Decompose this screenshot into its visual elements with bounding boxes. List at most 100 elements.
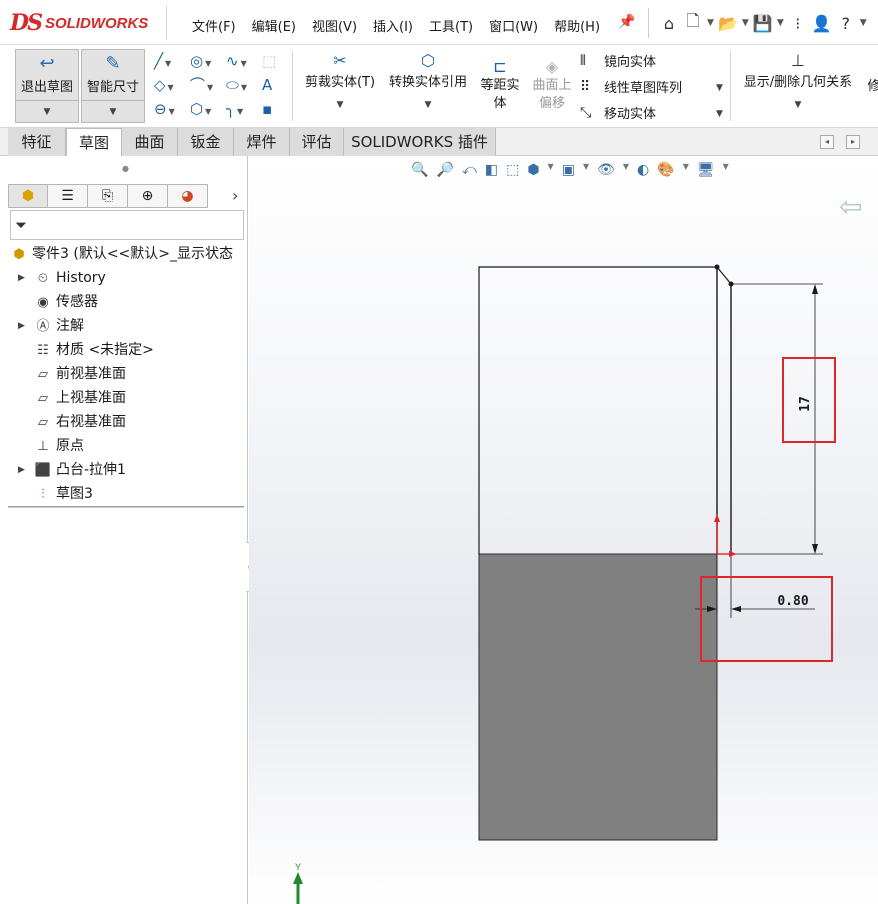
polygon-icon[interactable]: ⬡ ▼ <box>186 97 222 121</box>
tree-root-part[interactable]: ⬢ 零件3 (默认<<默认>_显示状态 <box>10 242 233 266</box>
line-icon[interactable]: ╱ ▼ <box>150 49 186 73</box>
construction-geometry-icon[interactable]: ⬚ <box>258 49 294 73</box>
plane-icon: ▱ <box>38 391 48 406</box>
menu-file[interactable]: 文件(F) <box>184 12 244 39</box>
save-icon[interactable]: 💾 <box>753 14 773 33</box>
home-icon[interactable]: ⌂ <box>659 14 679 33</box>
fillet-icon[interactable]: ╮ ▼ <box>222 97 258 121</box>
circle-icon[interactable]: ◎ ▼ <box>186 49 222 73</box>
sketch-point[interactable] <box>728 281 734 287</box>
menu-tools[interactable]: 工具(T) <box>421 12 481 39</box>
tree-item-boss-extrude[interactable]: ▶ ⬛ 凸台-拉伸1 <box>18 458 126 482</box>
arc-icon[interactable]: ⌒ ▼ <box>186 73 222 97</box>
filter-field[interactable]: ⏷ <box>10 210 244 240</box>
sketch-chamfer-line[interactable] <box>716 266 732 285</box>
configuration-manager-tab-icon[interactable]: ⎘ <box>88 184 128 208</box>
panel-collapse-handle[interactable]: ● <box>122 164 129 173</box>
new-dropdown-icon[interactable]: ▼ <box>707 18 714 28</box>
tree-item-annotations[interactable]: ▶ Ⓐ 注解 <box>18 314 84 338</box>
tree-item-sensors[interactable]: ◉ 传感器 <box>34 290 98 314</box>
move-dropdown-icon[interactable]: ▼ <box>716 109 723 119</box>
feature-manager-tab-icon[interactable]: ⬢ <box>8 184 48 208</box>
trim-icon: ✂ <box>333 51 347 70</box>
sketch-point[interactable] <box>714 264 720 270</box>
dimension-arrow <box>812 544 818 554</box>
tab-evaluate[interactable]: 评估 <box>290 128 344 156</box>
quick-access-toolbar: ⌂ 🗋 ▼ 📂 ▼ 💾 ▼ ⁝ 👤 ? ▼ <box>648 8 867 38</box>
convert-dropdown-icon[interactable]: ▼ <box>384 100 472 110</box>
sensor-icon: ◉ <box>37 295 49 310</box>
tree-item-front-plane[interactable]: ▱ 前视基准面 <box>34 362 126 386</box>
menu-edit[interactable]: 编辑(E) <box>244 12 304 39</box>
spline-icon[interactable]: ∿ ▼ <box>222 49 258 73</box>
repair-sketch-button[interactable]: 修 <box>864 75 878 94</box>
open-icon[interactable]: 📂 <box>718 14 738 33</box>
display-relations-button[interactable]: ⊥ 显示/删除几何关系 ▼ <box>736 51 860 110</box>
tree-item-origin[interactable]: ⊥ 原点 <box>34 434 84 458</box>
new-doc-icon[interactable]: 🗋 <box>683 10 703 37</box>
dimxpert-tab-icon[interactable]: ⊕ <box>128 184 168 208</box>
trim-dropdown-icon[interactable]: ▼ <box>302 100 378 110</box>
surface-offset-button[interactable]: ◈ 曲面上 偏移 <box>528 57 576 113</box>
tab-surfaces[interactable]: 曲面 <box>122 128 178 156</box>
tab-scroll-right-icon[interactable]: ▸ <box>846 135 860 149</box>
exit-sketch-button[interactable]: ↩ 退出草图 ▼ <box>15 49 79 123</box>
offset-entities-button[interactable]: ⊏ 等距实体 <box>476 57 524 113</box>
toolbar-separator <box>730 51 731 121</box>
surface-offset-icon: ◈ <box>545 57 559 76</box>
pin-icon[interactable]: 📌 <box>618 14 635 30</box>
tree-item-right-plane[interactable]: ▱ 右视基准面 <box>34 410 126 434</box>
sketch-outline[interactable] <box>478 266 717 554</box>
graphics-viewport[interactable]: 🔍 🔎 ⤺ ◧ ⬚ ⬢ ▼ ▣ ▼ 👁 ▼ ◐ 🎨 ▼ 🖥 ▼ ⇦ 17 0.8… <box>249 156 878 904</box>
rectangle-icon[interactable]: ◇ ▼ <box>150 73 186 97</box>
user-icon[interactable]: 👤 <box>812 14 832 33</box>
smart-dimension-button[interactable]: ✎ 智能尺寸 ▼ <box>81 49 145 123</box>
tree-item-material[interactable]: ☷ 材质 <未指定> <box>34 338 154 362</box>
convert-entities-button[interactable]: ⬡ 转换实体引用 ▼ <box>384 51 472 110</box>
move-entities-button[interactable]: ⤡ 移动实体 <box>580 103 656 123</box>
menu-window[interactable]: 窗口(W) <box>481 12 546 39</box>
tab-features[interactable]: 特征 <box>8 128 66 156</box>
relations-dropdown-icon[interactable]: ▼ <box>736 100 860 110</box>
highlight-box-horizontal-dimension <box>700 576 833 662</box>
triad-y-arrowhead <box>293 872 303 884</box>
mirror-entities-button[interactable]: ⫴ 镜向实体 <box>580 51 656 71</box>
dimension-horizontal-value[interactable]: 0.80 <box>777 594 808 609</box>
text-icon[interactable]: A <box>258 73 294 97</box>
tab-sketch[interactable]: 草图 <box>66 128 122 156</box>
help-icon[interactable]: ? <box>836 14 856 33</box>
ellipse-icon[interactable]: ⬭ ▼ <box>222 73 258 97</box>
open-dropdown-icon[interactable]: ▼ <box>742 18 749 28</box>
tree-item-history[interactable]: ▶ ⏲ History <box>18 266 106 290</box>
trim-entities-button[interactable]: ✂ 剪裁实体(T) ▼ <box>302 51 378 110</box>
help-dropdown-icon[interactable]: ▼ <box>860 18 867 28</box>
tab-weldments[interactable]: 焊件 <box>234 128 290 156</box>
sketch-icon: ⫶ <box>41 487 45 502</box>
exit-sketch-dropdown-icon[interactable]: ▼ <box>16 100 78 122</box>
slot-icon[interactable]: ⊖ ▼ <box>150 97 186 121</box>
tab-sheet-metal[interactable]: 钣金 <box>178 128 234 156</box>
tree-item-top-plane[interactable]: ▱ 上视基准面 <box>34 386 126 410</box>
expand-boss-extrude-icon[interactable]: ▶ <box>18 458 25 482</box>
menu-help[interactable]: 帮助(H) <box>546 12 608 39</box>
tree-item-sketch3[interactable]: ⫶ 草图3 <box>34 482 93 506</box>
tab-scroll-left-icon[interactable]: ◂ <box>820 135 834 149</box>
tab-addins[interactable]: SOLIDWORKS 插件 <box>344 128 496 156</box>
point-icon[interactable]: ▪ <box>258 97 294 121</box>
save-dropdown-icon[interactable]: ▼ <box>777 18 784 28</box>
panel-more-icon[interactable]: › <box>232 186 238 205</box>
display-manager-tab-icon[interactable]: ◕ <box>168 184 208 208</box>
sketch-canvas[interactable]: 17 0.80 Y <box>249 156 878 904</box>
sketch-entity-grid: ╱ ▼ ◎ ▼ ∿ ▼ ⬚ ◇ ▼ ⌒ ▼ ⬭ ▼ A ⊖ ▼ ⬡ ▼ ╮ ▼ ▪ <box>150 49 298 123</box>
property-manager-tab-icon[interactable]: ☰ <box>48 184 88 208</box>
options-icon[interactable]: ⁝ <box>788 14 808 33</box>
linear-pattern-icon: ⠿ <box>580 78 591 95</box>
menu-insert[interactable]: 插入(I) <box>365 12 421 39</box>
menu-view[interactable]: 视图(V) <box>304 12 365 39</box>
linear-pattern-button[interactable]: ⠿ 线性草图阵列 <box>580 77 682 97</box>
expand-history-icon[interactable]: ▶ <box>18 266 25 290</box>
dimension-vertical-value[interactable]: 17 <box>798 396 813 412</box>
expand-annotations-icon[interactable]: ▶ <box>18 314 25 338</box>
linear-pattern-dropdown-icon[interactable]: ▼ <box>716 83 723 93</box>
smart-dimension-dropdown-icon[interactable]: ▼ <box>82 100 144 122</box>
